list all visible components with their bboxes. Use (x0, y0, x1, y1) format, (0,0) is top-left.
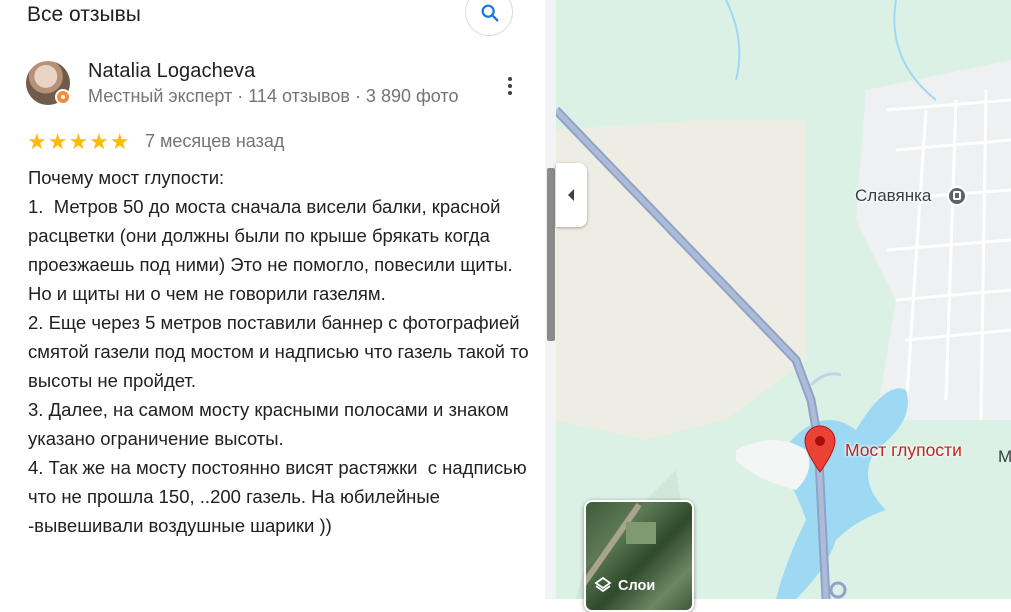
more-options-button[interactable] (500, 74, 520, 98)
layers-text: Слои (618, 578, 656, 594)
map-pin-icon[interactable] (803, 424, 837, 474)
layers-label: Слои (594, 576, 655, 594)
review-time: 7 месяцев назад (145, 131, 285, 151)
train-station-icon[interactable] (947, 186, 967, 206)
place-label[interactable]: Мост глупости (845, 440, 962, 461)
search-icon (481, 4, 499, 22)
rating-stars: ★★★★★ (27, 129, 131, 154)
satellite-field (626, 522, 656, 544)
reviews-panel: Все отзывы Natalia Logacheva Местный экс… (0, 0, 556, 599)
satellite-preview (586, 502, 642, 610)
town-label[interactable]: Славянка (855, 186, 931, 206)
author-meta[interactable]: Местный эксперт · 114 отзывов · 3 890 фо… (88, 86, 458, 107)
review-text: Почему мост глупости: 1. Метров 50 до мо… (28, 167, 529, 536)
collapse-panel-button[interactable] (556, 163, 587, 227)
edge-map-label[interactable]: М (998, 447, 1011, 467)
author-name[interactable]: Natalia Logacheva (88, 60, 255, 83)
local-guide-badge-icon (55, 89, 71, 105)
panel-title: Все отзывы (27, 3, 141, 26)
layers-icon (594, 576, 612, 593)
layers-button[interactable]: Слои (584, 500, 694, 612)
chevron-left-icon (568, 189, 574, 201)
search-reviews-button[interactable] (465, 0, 513, 36)
scrollbar-thumb[interactable] (547, 168, 555, 341)
